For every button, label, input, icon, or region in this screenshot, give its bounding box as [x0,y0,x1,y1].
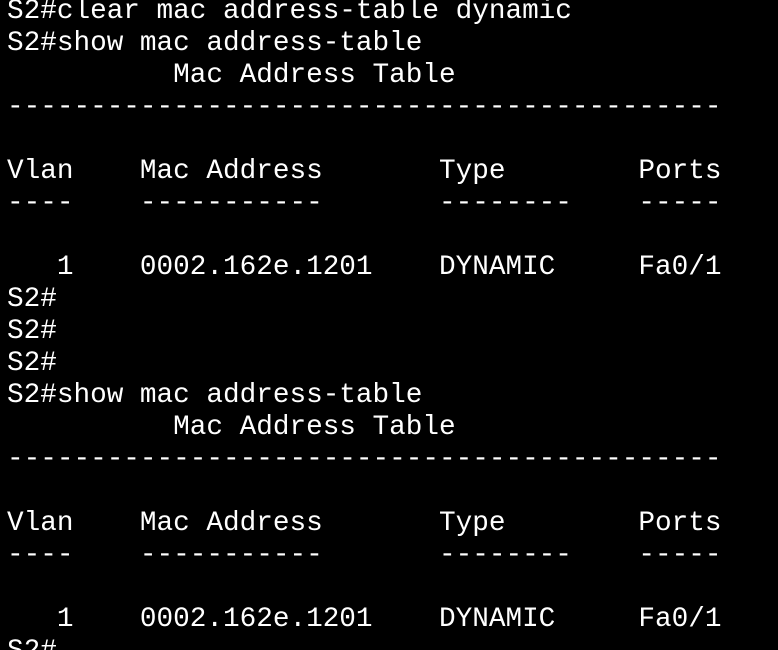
prompt-line: S2# [7,316,57,347]
command-line: S2#show mac address-table [7,380,423,411]
table-header: Vlan Mac Address Type Ports [7,156,722,187]
table-row: 1 0002.162e.1201 DYNAMIC Fa0/1 [7,252,722,283]
prompt-line: S2# [7,284,57,315]
table-divider: ----------------------------------------… [7,444,722,475]
header-underline: ---- ----------- -------- ----- [7,540,722,571]
table-row: 1 0002.162e.1201 DYNAMIC Fa0/1 [7,604,722,635]
table-title: Mac Address Table [7,412,456,443]
command-line: S2#show mac address-table [7,28,423,59]
terminal-output[interactable]: S2#clear mac address-table dynamic S2#sh… [0,0,778,650]
table-header: Vlan Mac Address Type Ports [7,508,722,539]
header-underline: ---- ----------- -------- ----- [7,188,722,219]
prompt-line: S2# [7,348,57,379]
table-divider: ----------------------------------------… [7,92,722,123]
command-line: S2#clear mac address-table dynamic [7,0,572,27]
prompt-line: S2# [7,636,778,650]
table-title: Mac Address Table [7,60,456,91]
